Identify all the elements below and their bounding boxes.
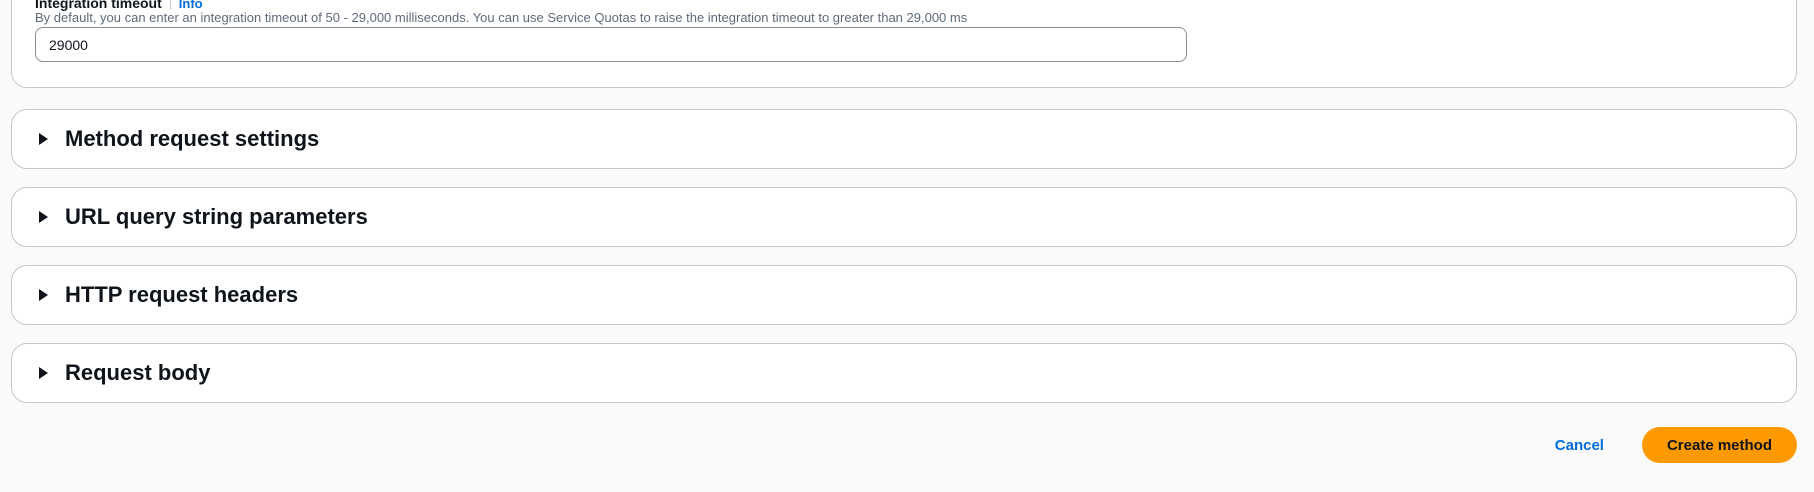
section-request-body[interactable]: Request body xyxy=(11,343,1797,403)
label-divider xyxy=(169,0,171,10)
section-title: Request body xyxy=(65,360,211,385)
section-url-query-string-parameters[interactable]: URL query string parameters xyxy=(11,187,1797,247)
section-method-request-settings[interactable]: Method request settings xyxy=(11,109,1797,169)
create-method-page: Integration timeout Info By default, you… xyxy=(0,0,1814,492)
section-title: Method request settings xyxy=(65,126,320,151)
cancel-button[interactable]: Cancel xyxy=(1535,427,1624,463)
caret-right-icon xyxy=(39,367,48,379)
integration-timeout-description: By default, you can enter an integration… xyxy=(35,10,968,25)
info-link[interactable]: Info xyxy=(179,0,203,11)
caret-right-icon xyxy=(39,289,48,301)
integration-timeout-input[interactable] xyxy=(35,27,1187,62)
create-method-button[interactable]: Create method xyxy=(1641,427,1797,463)
section-http-request-headers[interactable]: HTTP request headers xyxy=(11,265,1797,325)
form-actions: Cancel Create method xyxy=(1535,427,1797,463)
section-title: URL query string parameters xyxy=(65,204,368,229)
section-title: HTTP request headers xyxy=(65,282,299,307)
caret-right-icon xyxy=(39,133,48,145)
integration-timeout-container: Integration timeout Info By default, you… xyxy=(11,0,1797,88)
caret-right-icon xyxy=(39,211,48,223)
